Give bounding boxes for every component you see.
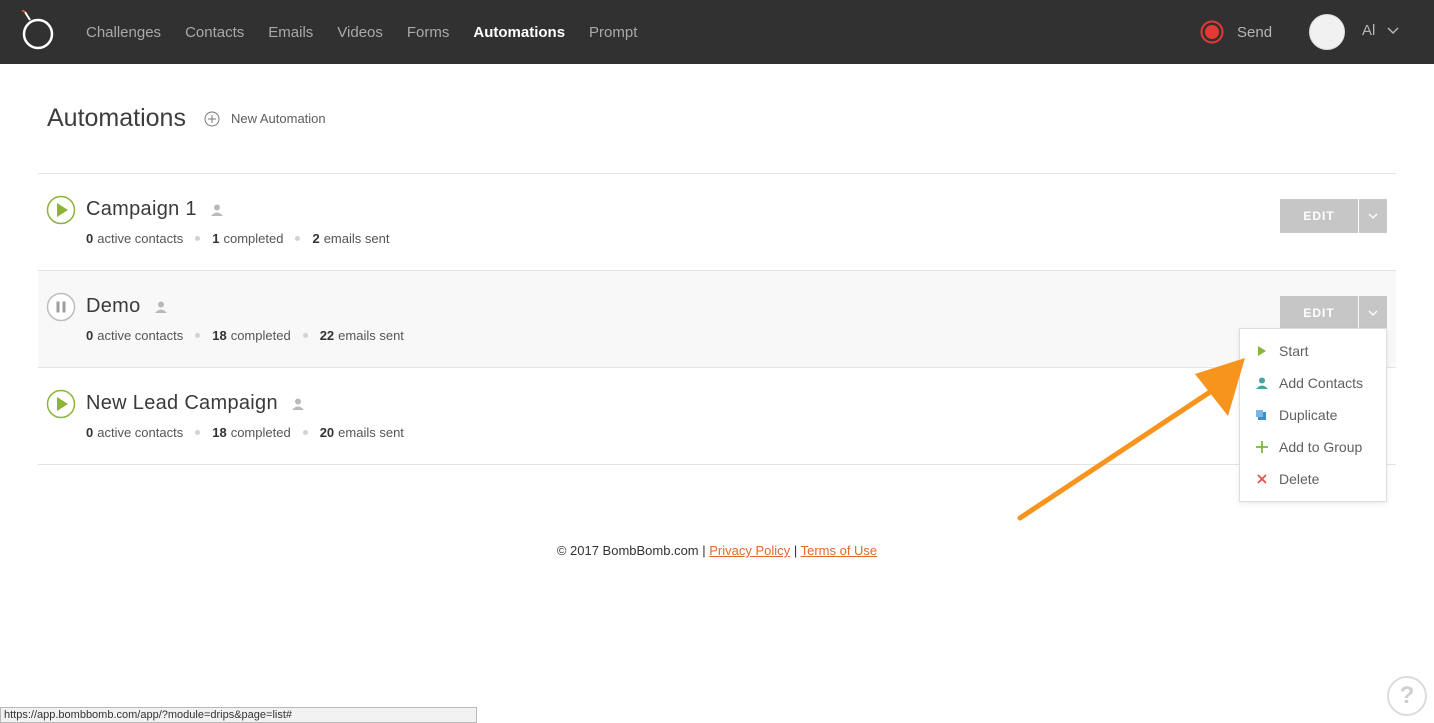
nav-forms[interactable]: Forms — [407, 24, 450, 41]
automation-stats: 0 active contacts 1 completed 2 emails s… — [86, 231, 389, 246]
active-count: 0 — [86, 328, 94, 343]
avatar[interactable] — [1309, 14, 1345, 50]
menu-item-delete[interactable]: Delete — [1240, 463, 1386, 495]
automation-name: New Lead Campaign — [86, 392, 278, 414]
user-name: Al — [1362, 22, 1376, 39]
completed-count: 18 — [212, 425, 227, 440]
edit-button[interactable]: EDIT — [1280, 296, 1358, 330]
completed-label: completed — [230, 425, 291, 440]
nav-contacts[interactable]: Contacts — [185, 24, 244, 41]
automation-title[interactable]: Campaign 1 — [86, 198, 223, 221]
menu-item-start[interactable]: Start — [1240, 335, 1386, 367]
automation-list: Campaign 1 0 active contacts 1 completed… — [38, 173, 1396, 465]
new-automation-label: New Automation — [230, 111, 326, 126]
top-navigation-bar: Challenges Contacts Emails Videos Forms … — [0, 0, 1434, 64]
chevron-down-icon — [1368, 213, 1378, 219]
automation-name: Campaign 1 — [86, 198, 197, 220]
play-icon — [1258, 346, 1266, 356]
user-menu[interactable]: Al — [1362, 22, 1399, 39]
menu-item-add-contacts[interactable]: Add Contacts — [1240, 367, 1386, 399]
nav-emails[interactable]: Emails — [268, 24, 313, 41]
menu-item-label: Delete — [1279, 471, 1320, 487]
separator-dot — [295, 236, 301, 241]
footer: © 2017 BombBomb.com | Privacy Policy | T… — [0, 543, 1434, 558]
privacy-policy-link[interactable]: Privacy Policy — [709, 543, 790, 558]
page-header: Automations New Automation — [47, 104, 326, 133]
new-automation-button[interactable]: New Automation — [204, 111, 326, 127]
nav-prompt[interactable]: Prompt — [589, 24, 637, 41]
person-icon — [154, 301, 167, 313]
emails-count: 22 — [319, 328, 335, 343]
automation-title[interactable]: Demo — [86, 295, 167, 318]
active-label: active contacts — [97, 231, 184, 246]
emails-count: 2 — [312, 231, 320, 246]
send-button[interactable]: Send — [1200, 20, 1272, 44]
nav-videos[interactable]: Videos — [337, 24, 383, 41]
person-icon — [210, 204, 223, 216]
edit-dropdown-toggle[interactable] — [1359, 296, 1387, 330]
automation-row: Campaign 1 0 active contacts 1 completed… — [38, 174, 1396, 271]
person-icon — [1255, 377, 1268, 389]
separator-dot — [302, 430, 308, 435]
automation-title[interactable]: New Lead Campaign — [86, 392, 304, 415]
send-label: Send — [1237, 23, 1273, 41]
plus-icon — [1255, 441, 1268, 453]
automation-row: New Lead Campaign 0 active contacts 18 c… — [38, 368, 1396, 465]
person-icon — [291, 398, 304, 410]
terms-of-use-link[interactable]: Terms of Use — [801, 543, 878, 558]
page-title: Automations — [47, 104, 186, 132]
separator-dot — [302, 333, 308, 338]
active-count: 0 — [86, 231, 94, 246]
x-icon — [1256, 474, 1267, 484]
automation-stats: 0 active contacts 18 completed 22 emails… — [86, 328, 404, 343]
active-label: active contacts — [97, 328, 184, 343]
emails-label: emails sent — [323, 231, 390, 246]
browser-status-bar: https://app.bombbomb.com/app/?module=dri… — [0, 707, 477, 723]
edit-button-group: EDIT — [1280, 199, 1387, 233]
edit-dropdown-toggle[interactable] — [1359, 199, 1387, 233]
menu-item-add-to-group[interactable]: Add to Group — [1240, 431, 1386, 463]
play-circle-icon[interactable] — [46, 195, 76, 225]
duplicate-icon — [1256, 409, 1266, 420]
menu-item-duplicate[interactable]: Duplicate — [1240, 399, 1386, 431]
menu-item-label: Start — [1279, 343, 1309, 359]
automation-actions-menu: Start Add Contacts Duplicate Add to Grou… — [1239, 328, 1387, 502]
active-count: 0 — [86, 425, 94, 440]
emails-label: emails sent — [338, 425, 404, 440]
completed-count: 18 — [212, 328, 227, 343]
edit-button-group: EDIT — [1280, 296, 1387, 330]
menu-item-label: Add to Group — [1279, 439, 1363, 455]
edit-button[interactable]: EDIT — [1280, 199, 1358, 233]
emails-label: emails sent — [338, 328, 404, 343]
play-circle-icon[interactable] — [46, 389, 76, 419]
separator-dot — [195, 430, 201, 435]
nav-automations[interactable]: Automations — [473, 24, 565, 41]
main-nav: Challenges Contacts Emails Videos Forms … — [86, 0, 661, 64]
automation-name: Demo — [86, 295, 141, 317]
separator-dot — [195, 236, 201, 241]
record-icon — [1200, 20, 1224, 44]
pause-circle-icon[interactable] — [46, 292, 76, 322]
footer-copyright: © 2017 BombBomb.com | — [556, 543, 706, 558]
separator-dot — [195, 333, 201, 338]
plus-circle-icon — [204, 111, 220, 126]
completed-label: completed — [223, 231, 284, 246]
bombbomb-logo-icon[interactable] — [18, 10, 58, 52]
nav-challenges[interactable]: Challenges — [86, 24, 161, 41]
menu-item-label: Add Contacts — [1279, 375, 1364, 391]
active-label: active contacts — [97, 425, 184, 440]
footer-separator: | — [793, 543, 798, 558]
automation-stats: 0 active contacts 18 completed 20 emails… — [86, 425, 404, 440]
emails-count: 20 — [319, 425, 335, 440]
chevron-down-icon — [1387, 26, 1399, 34]
help-button[interactable]: ? — [1387, 676, 1427, 716]
chevron-down-icon — [1368, 310, 1378, 316]
completed-label: completed — [230, 328, 291, 343]
completed-count: 1 — [212, 231, 220, 246]
automation-row: Demo 0 active contacts 18 completed 22 e… — [38, 271, 1396, 368]
menu-item-label: Duplicate — [1279, 407, 1338, 423]
